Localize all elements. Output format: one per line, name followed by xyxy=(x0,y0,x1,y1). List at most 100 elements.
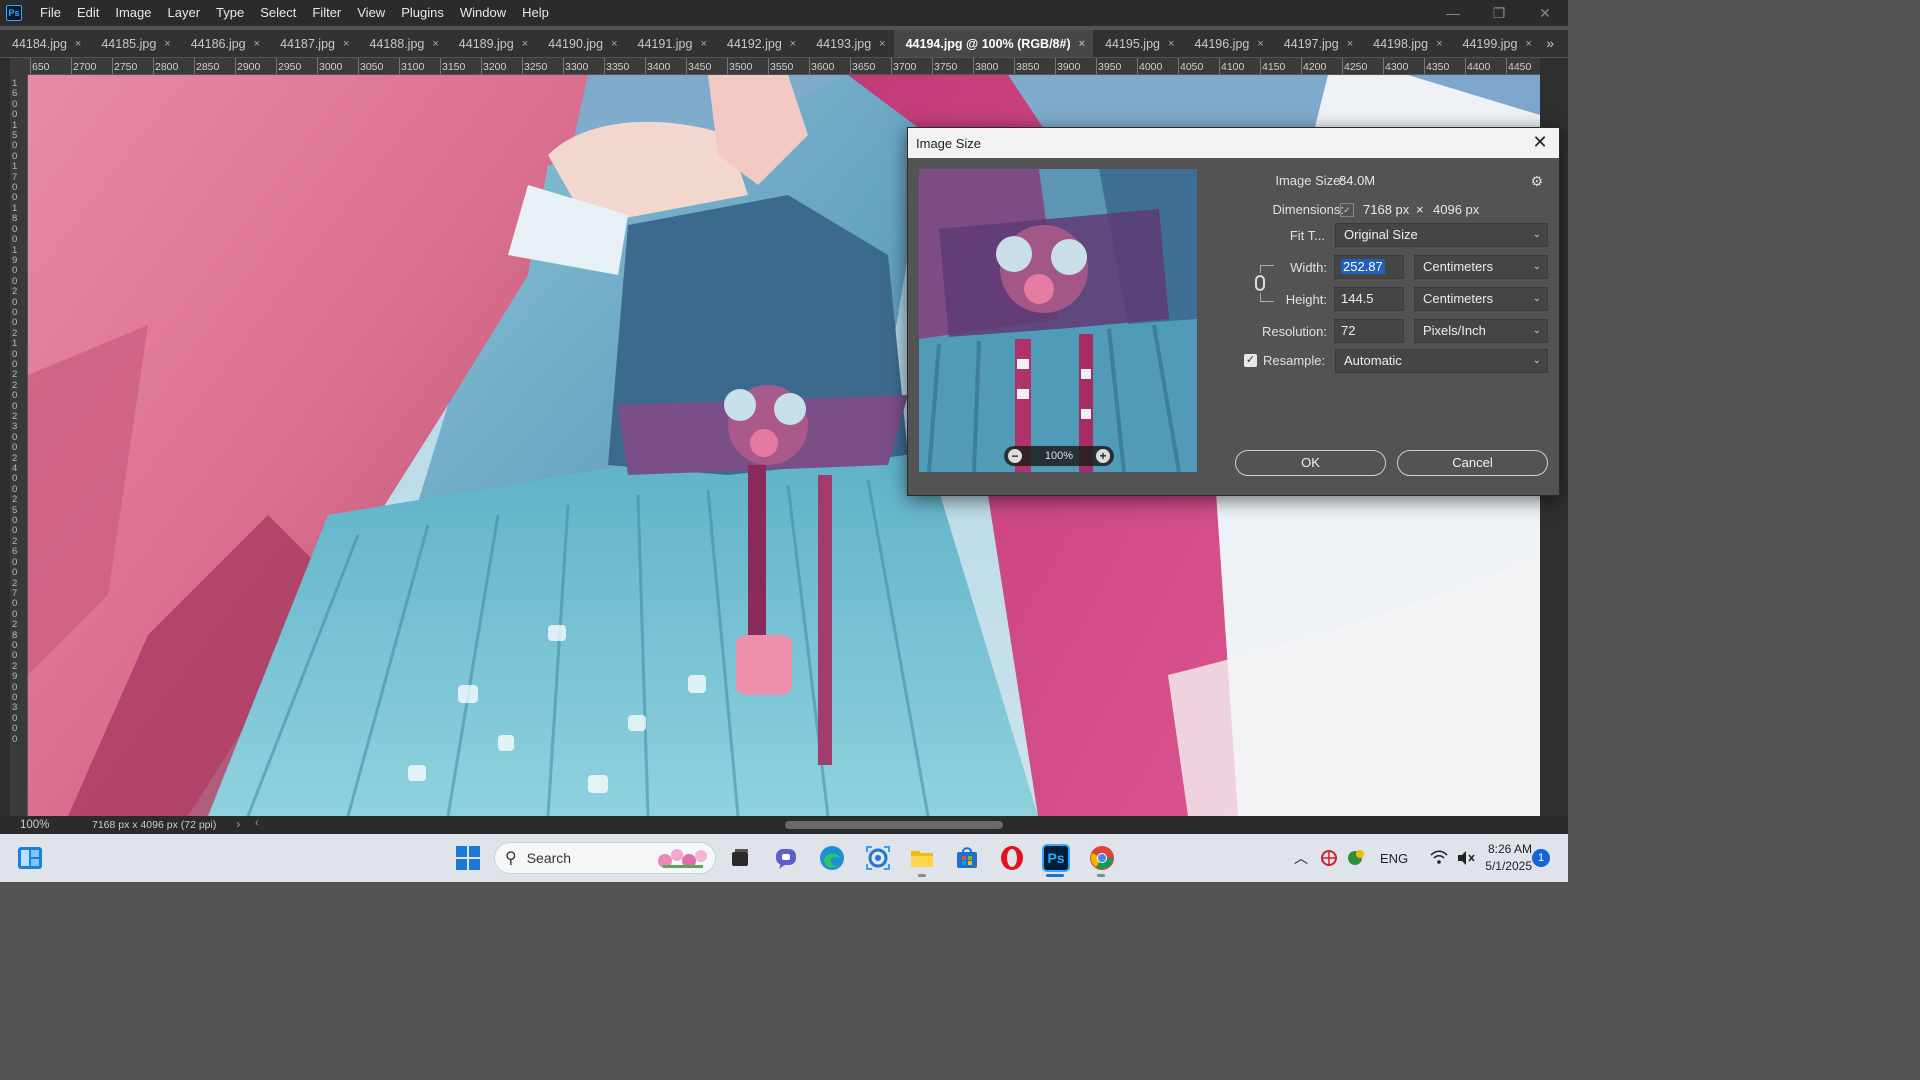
chrome-browser-icon[interactable] xyxy=(1088,844,1116,872)
height-unit-dropdown[interactable]: Centimeters ⌄ xyxy=(1414,287,1548,311)
taskbar-search-box[interactable]: ⚲ Search xyxy=(494,842,716,874)
horizontal-scrollbar-thumb[interactable] xyxy=(785,821,1003,829)
tab-close-icon[interactable]: × xyxy=(700,38,706,50)
tab-close-icon[interactable]: × xyxy=(522,38,528,50)
tab-close-icon[interactable]: × xyxy=(254,38,260,50)
maximize-button[interactable]: ❐ xyxy=(1476,0,1522,26)
document-tab[interactable]: 44189.jpg × xyxy=(447,30,536,57)
settings-gear-icon[interactable]: ⚙ xyxy=(1530,173,1543,190)
document-tab[interactable]: 44192.jpg × xyxy=(715,30,804,57)
tab-close-icon[interactable]: × xyxy=(1347,38,1353,50)
horizontal-ruler[interactable]: 650 2700 2750 2800 2850 2900 2950 3000 3050 3100 3… xyxy=(28,58,1540,75)
lens-app-icon[interactable] xyxy=(864,844,892,872)
document-tab-active[interactable]: 44194.jpg @ 100% (RGB/8#) × xyxy=(893,30,1094,57)
menu-window[interactable]: Window xyxy=(452,0,514,26)
zoom-out-icon[interactable]: − xyxy=(1008,449,1022,463)
document-tab[interactable]: 44185.jpg × xyxy=(89,30,178,57)
resolution-input[interactable]: 72 xyxy=(1334,319,1404,343)
photoshop-taskbar-icon[interactable]: Ps xyxy=(1042,844,1070,872)
dialog-titlebar[interactable]: Image Size ✕ xyxy=(908,128,1559,158)
zoom-in-icon[interactable]: + xyxy=(1095,449,1110,463)
teams-chat-icon[interactable] xyxy=(772,844,800,872)
width-unit-dropdown[interactable]: Centimeters ⌄ xyxy=(1414,255,1548,279)
ruler-tick-label: 2700 xyxy=(73,61,97,73)
menu-plugins[interactable]: Plugins xyxy=(393,0,452,26)
document-tab[interactable]: 44184.jpg × xyxy=(0,30,89,57)
more-tabs-icon[interactable]: » xyxy=(1546,30,1554,57)
show-hidden-icons-chevron-up-icon[interactable]: ︿ xyxy=(1294,848,1308,868)
file-explorer-icon[interactable] xyxy=(908,844,936,872)
tab-close-icon[interactable]: × xyxy=(1525,38,1531,50)
height-input[interactable]: 144.5 xyxy=(1334,287,1404,311)
vpn-globe-icon[interactable] xyxy=(1320,849,1338,867)
menu-layer[interactable]: Layer xyxy=(160,0,209,26)
photoshop-window: Ps File Edit Image Layer Type Select Fil… xyxy=(0,0,1568,882)
status-zoom-level[interactable]: 100% xyxy=(20,819,90,831)
resample-method-dropdown[interactable]: Automatic ⌄ xyxy=(1335,349,1548,373)
tab-close-icon[interactable]: × xyxy=(879,38,885,50)
microsoft-store-icon[interactable] xyxy=(953,844,981,872)
vertical-ruler[interactable]: 1600150017001800190020002100220023002400… xyxy=(10,75,28,816)
status-expand-icon[interactable]: › xyxy=(236,819,240,831)
document-tab[interactable]: 44198.jpg × xyxy=(1361,30,1450,57)
notification-badge[interactable]: 1 xyxy=(1532,849,1550,867)
edge-browser-icon[interactable] xyxy=(818,844,846,872)
opera-browser-icon[interactable] xyxy=(998,844,1026,872)
cancel-button[interactable]: Cancel xyxy=(1397,450,1548,476)
minimize-button[interactable]: — xyxy=(1430,0,1476,26)
photoshop-active-indicator xyxy=(1046,874,1064,877)
fit-to-dropdown[interactable]: Original Size ⌄ xyxy=(1335,223,1548,247)
menu-type[interactable]: Type xyxy=(208,0,252,26)
start-menu-icon[interactable] xyxy=(454,844,482,872)
document-tab[interactable]: 44197.jpg × xyxy=(1272,30,1361,57)
close-window-button[interactable]: ✕ xyxy=(1522,0,1568,26)
search-placeholder: Search xyxy=(526,850,572,866)
menu-file[interactable]: File xyxy=(32,0,69,26)
tab-close-icon[interactable]: × xyxy=(1257,38,1263,50)
tab-close-icon[interactable]: × xyxy=(1436,38,1442,50)
taskbar-clock[interactable]: 8:26 AM 5/1/2025 xyxy=(1470,841,1532,875)
menu-view[interactable]: View xyxy=(349,0,393,26)
menu-help[interactable]: Help xyxy=(514,0,557,26)
photoshop-logo-icon[interactable]: Ps xyxy=(6,5,22,21)
document-tab[interactable]: 44199.jpg × xyxy=(1451,30,1540,57)
widgets-icon[interactable] xyxy=(16,844,44,872)
tab-close-icon[interactable]: × xyxy=(343,38,349,50)
tab-close-icon[interactable]: × xyxy=(1079,38,1085,50)
document-tab[interactable]: 44196.jpg × xyxy=(1182,30,1271,57)
input-language-indicator[interactable]: ENG xyxy=(1380,851,1408,866)
document-tab[interactable]: 44188.jpg × xyxy=(357,30,446,57)
width-input[interactable]: 252.87 xyxy=(1334,255,1404,279)
menu-select[interactable]: Select xyxy=(252,0,304,26)
dialog-close-button[interactable]: ✕ xyxy=(1531,133,1549,152)
tab-close-icon[interactable]: × xyxy=(164,38,170,50)
document-tab[interactable]: 44190.jpg × xyxy=(536,30,625,57)
task-view-icon[interactable] xyxy=(726,844,754,872)
document-tab[interactable]: 44186.jpg × xyxy=(179,30,268,57)
ruler-tick xyxy=(932,58,933,74)
wifi-icon[interactable] xyxy=(1430,850,1448,866)
document-tab[interactable]: 44191.jpg × xyxy=(626,30,715,57)
tab-close-icon[interactable]: × xyxy=(432,38,438,50)
document-tab[interactable]: 44195.jpg × xyxy=(1093,30,1182,57)
image-size-value: 84.0M xyxy=(1339,173,1376,188)
menu-image[interactable]: Image xyxy=(107,0,159,26)
ruler-origin[interactable] xyxy=(10,58,28,75)
menu-edit[interactable]: Edit xyxy=(69,0,107,26)
image-preview[interactable]: − 100% + xyxy=(919,169,1197,472)
ruler-tick xyxy=(1424,58,1425,74)
menu-filter[interactable]: Filter xyxy=(304,0,349,26)
document-tab[interactable]: 44187.jpg × xyxy=(268,30,357,57)
scroll-left-icon[interactable]: ‹ xyxy=(255,817,259,829)
horizontal-scrollbar[interactable]: ‹ xyxy=(255,817,1537,830)
resample-checkbox[interactable]: ✓ xyxy=(1244,354,1257,367)
tab-close-icon[interactable]: × xyxy=(75,38,81,50)
ok-button[interactable]: OK xyxy=(1235,450,1386,476)
tab-close-icon[interactable]: × xyxy=(611,38,617,50)
dimensions-dropdown-icon[interactable]: ✓ xyxy=(1340,203,1354,217)
document-tab[interactable]: 44193.jpg × xyxy=(804,30,893,57)
resolution-unit-dropdown[interactable]: Pixels/Inch ⌄ xyxy=(1414,319,1548,343)
network-globe-icon[interactable] xyxy=(1346,849,1366,867)
tab-close-icon[interactable]: × xyxy=(790,38,796,50)
tab-close-icon[interactable]: × xyxy=(1168,38,1174,50)
